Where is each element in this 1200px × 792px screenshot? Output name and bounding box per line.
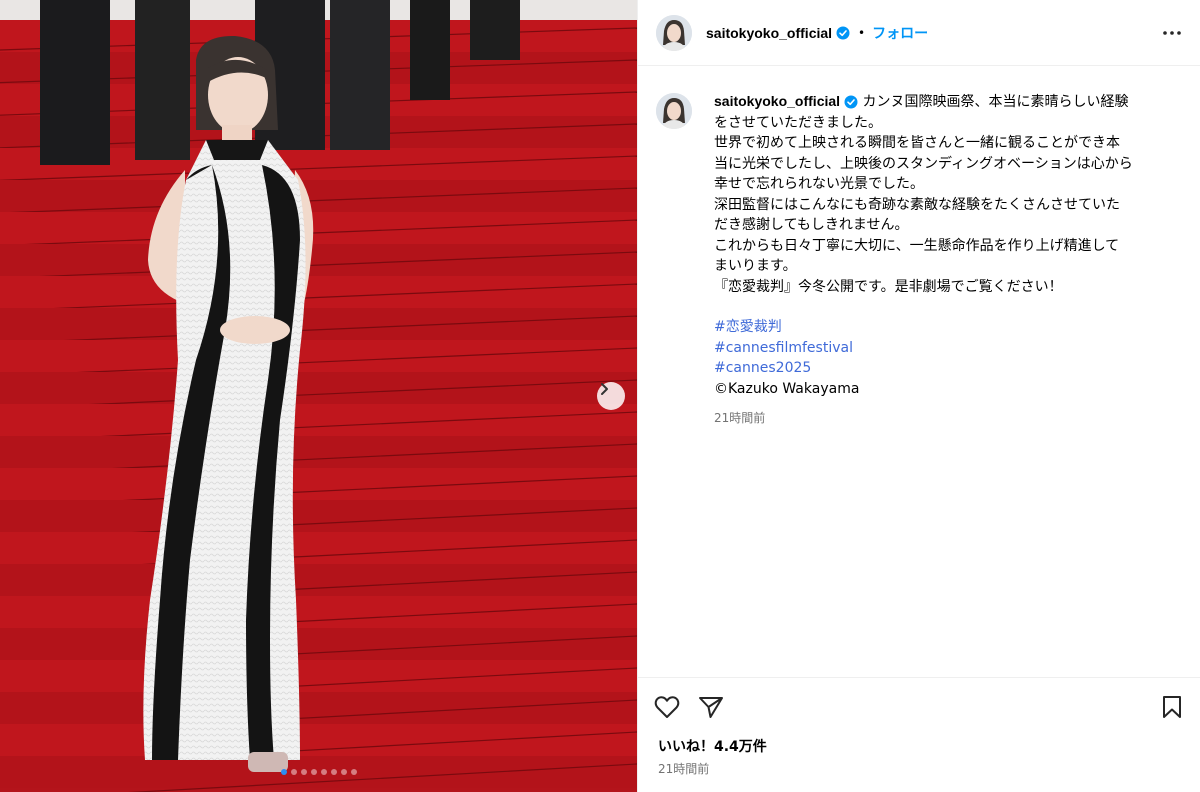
like-button[interactable] [654, 695, 680, 719]
caption-text: カンヌ国際映画祭、本当に素晴らしい経験 [862, 94, 1129, 110]
caption-line: をさせていただきました。 [714, 114, 882, 131]
bookmark-icon [1163, 696, 1181, 718]
hashtag-list: #恋愛裁判 #cannesfilmfestival #cannes2025 ©K… [714, 317, 1182, 399]
action-bar [638, 678, 1200, 736]
more-options-button[interactable] [1162, 30, 1182, 36]
post-timestamp[interactable]: 21時間前 [638, 756, 1200, 777]
more-options-icon [1163, 30, 1181, 35]
caption: saitokyoko_official カンヌ国際映画祭、本当に素晴らしい経験 … [638, 66, 1200, 429]
caption-line: まいります。 [714, 258, 797, 274]
hashtag-link[interactable]: #恋愛裁判 [714, 317, 1182, 338]
like-count[interactable]: いいね！4.4万件 [638, 736, 1200, 756]
share-button[interactable] [698, 695, 724, 719]
verified-badge-icon [844, 95, 858, 109]
avatar-image [656, 14, 692, 51]
separator-dot: • [858, 25, 866, 40]
hashtag-link[interactable]: #cannes2025 [714, 358, 1182, 379]
avatar[interactable] [656, 14, 692, 51]
username-link[interactable]: saitokyoko_official [706, 25, 832, 41]
verified-badge-icon [836, 26, 850, 39]
caption-line: これからも日々丁寧に大切に、一生懸命作品を作り上げ精進して [714, 237, 1120, 254]
save-button[interactable] [1161, 695, 1183, 719]
post-header: saitokyoko_official • フォロー [638, 0, 1200, 66]
caption-timestamp[interactable]: 21時間前 [714, 408, 1182, 429]
carousel-dot [340, 769, 347, 775]
caption-body: saitokyoko_official カンヌ国際映画祭、本当に素晴らしい経験 … [714, 91, 1182, 429]
follow-button[interactable]: フォロー [872, 23, 928, 43]
caption-line: だき感謝してもしきれません。 [714, 217, 909, 233]
caption-line: saitokyoko_official カンヌ国際映画祭、本当に素晴らしい経験 [714, 91, 1182, 113]
carousel-dot [290, 769, 297, 775]
chevron-right-icon [601, 383, 608, 395]
post-actions: いいね！4.4万件 21時間前 [638, 677, 1200, 792]
carousel-dot [330, 769, 337, 775]
carousel-dot [280, 769, 287, 775]
caption-line: 幸せで忘れられない光景でした。 [714, 176, 924, 192]
next-slide-button[interactable] [597, 382, 625, 410]
post-image [0, 0, 637, 792]
post-photo[interactable] [0, 0, 637, 792]
carousel-dot [310, 769, 317, 775]
caption-line: 『恋愛裁判』今冬公開です。是非劇場でご覧ください！ [714, 278, 1063, 295]
heart-icon [654, 696, 680, 718]
carousel-dot [320, 769, 327, 775]
post-detail-pane: saitokyoko_official • フォロー saitokyoko_of… [637, 0, 1200, 792]
paper-plane-icon [699, 697, 723, 718]
caption-line: 深田監督にはこんなにも奇跡な素敵な経験をたくさんさせていた [714, 196, 1120, 213]
carousel-dot [350, 769, 357, 775]
caption-line: 世界で初めて上映される瞬間を皆さんと一緒に観ることができ本 [714, 135, 1120, 151]
avatar-image [656, 93, 692, 129]
hashtag-link[interactable]: #cannesfilmfestival [714, 338, 1182, 359]
caption-line: 当に光栄でしたし、上映後のスタンディングオベーションは心から [714, 155, 1133, 172]
carousel-indicator [0, 769, 637, 775]
photo-credit: ©Kazuko Wakayama [714, 380, 860, 397]
caption-username-link[interactable]: saitokyoko_official [714, 93, 840, 109]
carousel-dot [300, 769, 307, 775]
caption-avatar[interactable] [656, 93, 692, 129]
